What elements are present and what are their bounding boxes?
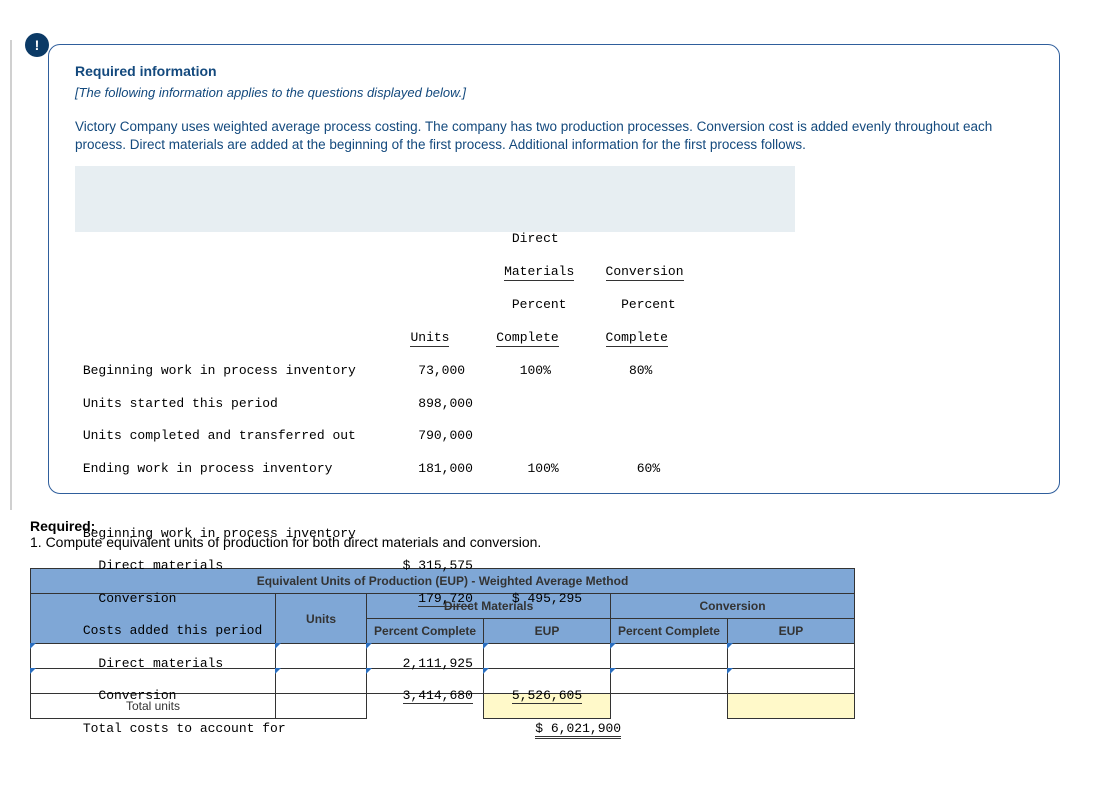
data-tables: Direct Materials Conversion Percent Perc… [75,166,1033,426]
required-info-panel: Required information [The following info… [48,44,1060,494]
timeline-line [10,40,12,510]
info-note: [The following information applies to th… [75,85,1033,100]
required-info-title: Required information [75,63,1033,79]
problem-body: Victory Company uses weighted average pr… [75,118,1033,154]
alert-badge-icon: ! [25,33,49,57]
